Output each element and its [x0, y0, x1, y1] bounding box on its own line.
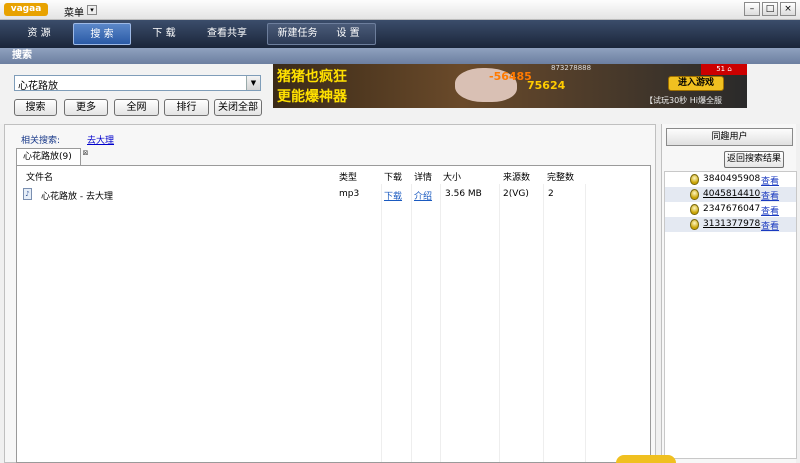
cell-size: 3.56 MB: [445, 189, 482, 199]
tab-download[interactable]: 下 载: [133, 23, 195, 45]
list-item[interactable]: 3131377978 查看: [665, 217, 796, 232]
user-id[interactable]: 3131377978: [703, 219, 760, 229]
search-button[interactable]: 搜索: [14, 99, 57, 116]
column-header-size[interactable]: 大小: [443, 170, 461, 183]
ad-subheadline: 更能爆神器: [277, 89, 347, 105]
ad-banner[interactable]: 猪猪也疯狂 更能爆神器 873278888 -56485 75624 进入游戏 …: [273, 64, 747, 108]
column-divider: [543, 184, 544, 462]
view-link[interactable]: 查看: [761, 189, 779, 202]
section-title: 搜索: [0, 48, 800, 64]
ad-headline: 猪猪也疯狂: [277, 69, 347, 85]
column-divider: [585, 184, 586, 462]
search-combobox[interactable]: 心花路放 ▼: [14, 75, 261, 92]
user-list: 3840495908 查看 4045814410 查看 2347676047 查…: [664, 171, 797, 459]
menu-dropdown-icon[interactable]: ▾: [87, 5, 97, 15]
cell-type: mp3: [339, 189, 360, 199]
ad-play-button[interactable]: 进入游戏: [668, 76, 724, 91]
ad-player-id: 873278888: [551, 64, 592, 72]
search-query[interactable]: 心花路放: [18, 77, 58, 92]
column-header-sources[interactable]: 来源数: [503, 170, 530, 183]
ad-corner-badge: 51 ⌂: [701, 64, 747, 75]
column-header-complete[interactable]: 完整数: [547, 170, 574, 183]
column-header-download[interactable]: 下载: [384, 170, 402, 183]
close-tab-icon[interactable]: ⊠: [81, 149, 90, 158]
column-divider: [440, 184, 441, 462]
ranking-button[interactable]: 排行: [164, 99, 209, 116]
window-controls: – □ ×: [744, 2, 796, 16]
detail-link[interactable]: 介绍: [414, 189, 432, 202]
ad-trial-text: 【试玩30秒 Hi爆全服: [645, 96, 722, 105]
search-area: 心花路放 ▼ 搜索 更多 全网 排行 关闭全部 猪猪也疯狂 更能爆神器 8732…: [0, 64, 800, 124]
column-header-type[interactable]: 类型: [339, 170, 357, 183]
main-nav: 资 源 搜 索 下 载 查看共享 新建任务 设 置: [0, 20, 800, 48]
minimize-icon[interactable]: –: [744, 2, 760, 16]
tab-results[interactable]: 心花路放(9): [16, 148, 81, 165]
results-table: 文件名 类型 下载 详情 大小 来源数 完整数 ♪ 心花路放 - 去大理 mp3…: [16, 165, 651, 463]
related-search-label: 相关搜索:: [21, 136, 61, 146]
medal-icon: [690, 204, 699, 215]
same-interest-panel: 同趣用户 返回搜索结果 3840495908 查看 4045814410 查看 …: [661, 124, 797, 463]
title-bar: vagaa 菜单 ▾ – □ ×: [0, 0, 800, 20]
menu-label[interactable]: 菜单: [64, 4, 84, 19]
tab-search[interactable]: 搜 索: [73, 23, 131, 45]
user-id: 3840495908: [703, 174, 761, 184]
column-header-filename[interactable]: 文件名: [26, 170, 53, 183]
close-all-button[interactable]: 关闭全部: [214, 99, 262, 116]
column-divider: [381, 184, 382, 462]
settings-button[interactable]: 设 置: [326, 23, 370, 45]
cell-complete: 2: [548, 189, 554, 199]
whole-net-button[interactable]: 全网: [114, 99, 159, 116]
close-icon[interactable]: ×: [780, 2, 796, 16]
medal-icon: [690, 189, 699, 200]
medal-icon: [690, 219, 699, 230]
table-row[interactable]: ♪ 心花路放 - 去大理 mp3 下载 介绍 3.56 MB 2(VG) 2: [17, 186, 650, 204]
list-item[interactable]: 2347676047 查看: [665, 202, 796, 217]
related-search-link[interactable]: 去大理: [87, 133, 114, 146]
user-id[interactable]: 4045814410: [703, 189, 760, 199]
list-item[interactable]: 3840495908 查看: [665, 172, 796, 187]
view-link[interactable]: 查看: [761, 219, 779, 232]
music-file-icon: ♪: [23, 188, 32, 200]
view-link[interactable]: 查看: [761, 174, 779, 187]
cell-filename: 心花路放 - 去大理: [41, 192, 113, 202]
results-panel: 相关搜索: 去大理 心花路放(9) ⊠ 文件名 类型 下载 详情 大小 来源数 …: [4, 124, 656, 463]
user-id: 2347676047: [703, 204, 761, 214]
list-item[interactable]: 4045814410 查看: [665, 187, 796, 202]
column-divider: [499, 184, 500, 462]
floating-ad-tab[interactable]: [616, 455, 676, 463]
new-task-button[interactable]: 新建任务: [270, 23, 325, 45]
vagaa-logo: vagaa: [4, 3, 48, 16]
tab-resources[interactable]: 资 源: [8, 23, 70, 45]
back-to-results-button[interactable]: 返回搜索结果: [724, 151, 784, 168]
same-interest-users-button[interactable]: 同趣用户: [666, 128, 793, 146]
column-header-detail[interactable]: 详情: [414, 170, 432, 183]
maximize-icon[interactable]: □: [762, 2, 778, 16]
download-link[interactable]: 下载: [384, 189, 402, 202]
cell-sources: 2(VG): [503, 189, 529, 199]
more-button[interactable]: 更多: [64, 99, 108, 116]
ad-damage-number: 75624: [527, 79, 566, 92]
column-divider: [411, 184, 412, 462]
tab-view-shared[interactable]: 查看共享: [196, 23, 258, 45]
medal-icon: [690, 174, 699, 185]
ad-damage-number: -56485: [489, 70, 532, 83]
view-link[interactable]: 查看: [761, 204, 779, 217]
chevron-down-icon[interactable]: ▼: [246, 76, 260, 90]
